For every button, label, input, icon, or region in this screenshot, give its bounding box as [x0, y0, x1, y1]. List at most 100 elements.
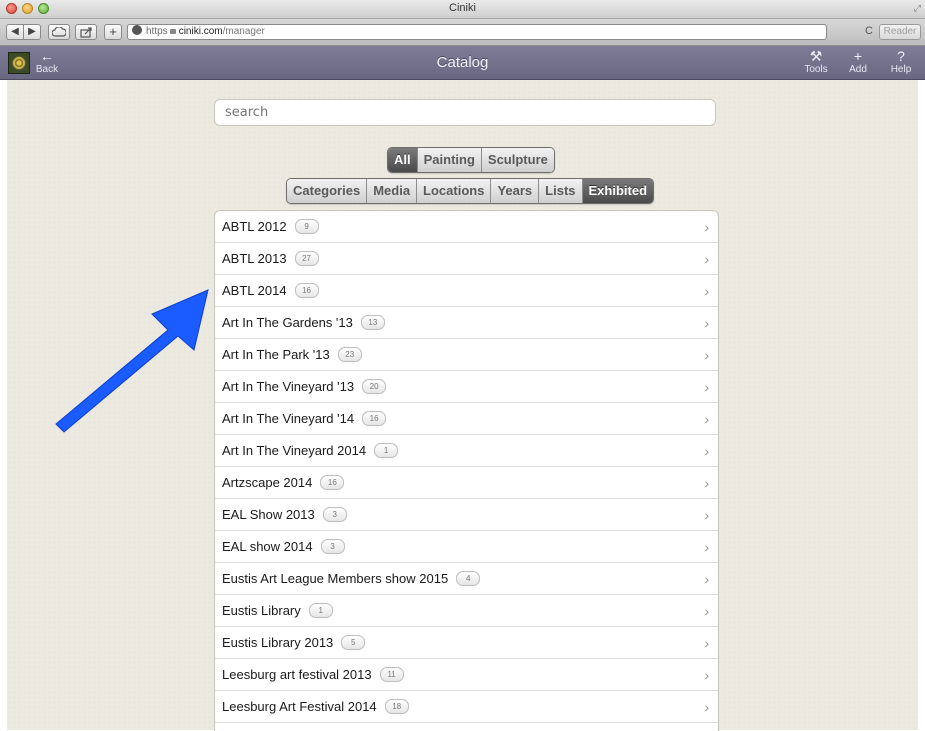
- list-item[interactable]: ABTL 2013 27 ›: [215, 243, 718, 275]
- url-host: ciniki.com: [178, 26, 223, 37]
- count-badge: 16: [320, 475, 345, 490]
- back-triangle-icon: ◀: [11, 26, 19, 37]
- forward-triangle-icon: ▶: [28, 26, 36, 37]
- exhibition-name: ABTL 2014: [222, 283, 287, 298]
- tab-categories[interactable]: Categories: [287, 179, 367, 203]
- plus-icon: +: [853, 48, 863, 64]
- address-bar[interactable]: https ciniki.com/manager: [127, 24, 827, 40]
- tab-locations[interactable]: Locations: [416, 179, 491, 203]
- tab-sculpture[interactable]: Sculpture: [480, 148, 554, 172]
- list-item[interactable]: Leesburg Art Festival 2014 18 ›: [215, 691, 718, 723]
- browser-forward-button[interactable]: ▶: [23, 24, 41, 40]
- chevron-right-icon: ›: [704, 347, 709, 363]
- resize-icon[interactable]: ⤢: [914, 3, 921, 14]
- plus-icon: +: [109, 24, 117, 39]
- list-item[interactable]: ABTL 2014 16 ›: [215, 275, 718, 307]
- count-badge: 3: [320, 539, 345, 554]
- browser-back-button[interactable]: ◀: [6, 24, 24, 40]
- site-globe-icon: [132, 25, 142, 35]
- tab-years[interactable]: Years: [490, 179, 539, 203]
- browser-toolbar: ◀ ▶ + https ciniki.com/manager C Reader: [0, 19, 925, 46]
- reader-button[interactable]: Reader: [879, 24, 921, 40]
- share-button[interactable]: [75, 24, 97, 40]
- tools-button[interactable]: ⚒ Tools: [801, 48, 831, 76]
- count-badge: 16: [294, 283, 319, 298]
- exhibition-name: EAL show 2014: [222, 539, 313, 554]
- question-icon: ?: [897, 48, 905, 64]
- list-item[interactable]: Art In The Park '13 23 ›: [215, 339, 718, 371]
- list-item[interactable]: Artzscape 2014 16 ›: [215, 467, 718, 499]
- count-badge: 16: [362, 411, 387, 426]
- chevron-right-icon: ›: [704, 379, 709, 395]
- list-item[interactable]: Eustis Library 1 ›: [215, 595, 718, 627]
- exhibition-name: Art In The Gardens '13: [222, 315, 353, 330]
- tab-painting[interactable]: Painting: [416, 148, 481, 172]
- url-path: /manager: [222, 26, 265, 37]
- list-item[interactable]: Art In The Vineyard '14 16 ›: [215, 403, 718, 435]
- add-label: Add: [849, 64, 867, 75]
- new-tab-button[interactable]: +: [104, 24, 122, 40]
- tab-exhibited[interactable]: Exhibited: [581, 179, 654, 203]
- reload-icon[interactable]: C: [865, 24, 873, 38]
- icloud-tabs-button[interactable]: [48, 24, 70, 40]
- list-item[interactable]: EAL Show 2013 3 ›: [215, 499, 718, 531]
- window-title: Ciniki: [449, 2, 476, 14]
- chevron-right-icon: ›: [704, 475, 709, 491]
- count-badge: 11: [379, 667, 404, 682]
- lock-icon: [169, 29, 176, 34]
- chevron-right-icon: ›: [704, 219, 709, 235]
- list-item[interactable]: EAL show 2014 3 ›: [215, 531, 718, 563]
- list-item[interactable]: Art In The Vineyard 2014 1 ›: [215, 435, 718, 467]
- type-filter-tabs: All Painting Sculpture: [387, 147, 555, 173]
- chevron-right-icon: ›: [704, 411, 709, 427]
- tab-all[interactable]: All: [388, 148, 417, 172]
- exhibition-name: Artzscape 2014: [222, 475, 313, 490]
- search-input[interactable]: [214, 99, 716, 126]
- facet-filter-tabs: Categories Media Locations Years Lists E…: [286, 178, 655, 204]
- exhibition-name: Art In The Park '13: [222, 347, 330, 362]
- wrench-icon: ⚒: [809, 48, 823, 64]
- chevron-right-icon: ›: [704, 635, 709, 651]
- list-item[interactable]: Eustis Library 2013 5 ›: [215, 627, 718, 659]
- list-item[interactable]: Eustis Art League Members show 2015 4 ›: [215, 563, 718, 595]
- list-item[interactable]: Art In The Vineyard '13 20 ›: [215, 371, 718, 403]
- count-badge: 9: [294, 219, 319, 234]
- chevron-right-icon: ›: [704, 539, 709, 555]
- share-icon: [79, 27, 92, 38]
- count-badge: 13: [360, 315, 385, 330]
- count-badge: 5: [341, 635, 366, 650]
- exhibition-name: Leesburg Art Festival 2014: [222, 699, 377, 714]
- chevron-right-icon: ›: [704, 507, 709, 523]
- exhibition-name: EAL Show 2013: [222, 507, 315, 522]
- exhibition-name: ABTL 2013: [222, 251, 287, 266]
- exhibition-name: Art In The Vineyard 2014: [222, 443, 367, 458]
- exhibition-name: Eustis Art League Members show 2015: [222, 571, 449, 586]
- count-badge: 20: [362, 379, 387, 394]
- exhibition-name: ABTL 2012: [222, 219, 287, 234]
- help-label: Help: [890, 64, 912, 75]
- chevron-right-icon: ›: [704, 571, 709, 587]
- count-badge: 3: [322, 507, 347, 522]
- add-button[interactable]: + Add: [843, 48, 873, 76]
- exhibition-name: Art In The Vineyard '14: [222, 411, 355, 426]
- count-badge: 1: [308, 603, 333, 618]
- count-badge: 23: [337, 347, 362, 362]
- app-header: ← Back Catalog ⚒ Tools + Add ? Help: [0, 46, 925, 80]
- chevron-right-icon: ›: [704, 283, 709, 299]
- page-title: Catalog: [436, 54, 489, 71]
- exhibition-list: ABTL 2012 9 › ABTL 2013 27 › ABTL 2014 16 › Ar…: [214, 210, 719, 731]
- exhibition-name: Eustis Library 2013: [222, 635, 334, 650]
- exhibition-name: Art In The Vineyard '13: [222, 379, 355, 394]
- chevron-right-icon: ›: [704, 443, 709, 459]
- count-badge: 27: [294, 251, 319, 266]
- window-titlebar: Ciniki ⤢: [0, 0, 925, 19]
- tab-media[interactable]: Media: [366, 179, 417, 203]
- chevron-right-icon: ›: [704, 603, 709, 619]
- list-item[interactable]: Art In The Gardens '13 13 ›: [215, 307, 718, 339]
- tab-lists[interactable]: Lists: [538, 179, 582, 203]
- list-item[interactable]: ABTL 2012 9 ›: [215, 211, 718, 243]
- annotation-arrow-icon: [55, 289, 209, 433]
- list-item[interactable]: Leesburg art festival 2013 11 ›: [215, 659, 718, 691]
- chevron-right-icon: ›: [704, 699, 709, 715]
- help-button[interactable]: ? Help: [886, 48, 916, 76]
